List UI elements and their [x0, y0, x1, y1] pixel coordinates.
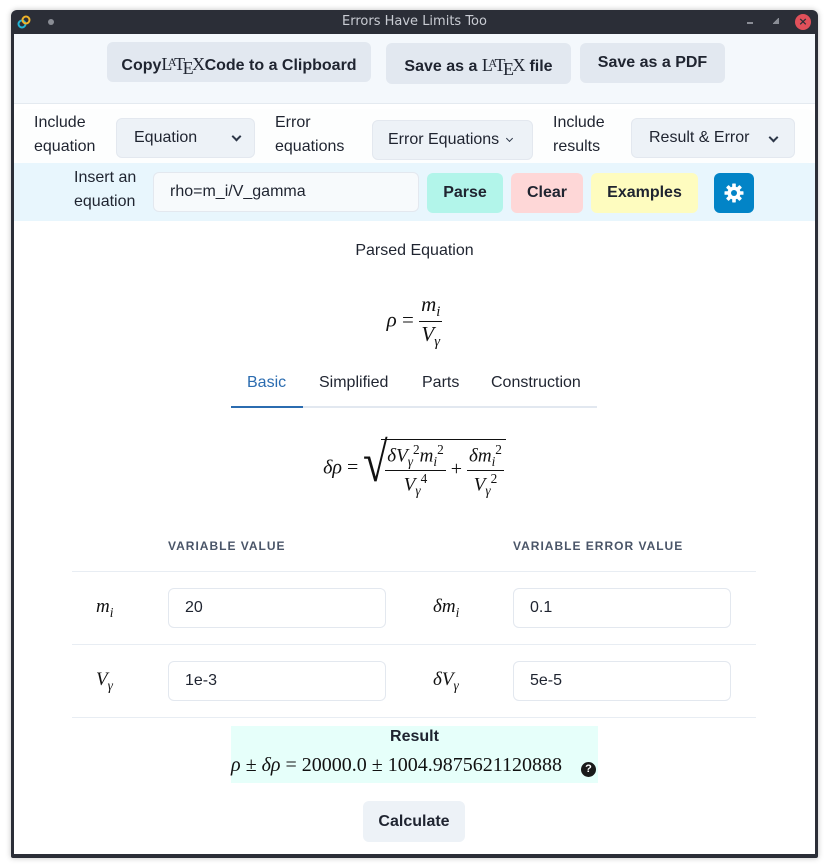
- include-results-select[interactable]: Result & Error: [631, 118, 795, 158]
- calculate-button[interactable]: Calculate: [363, 801, 465, 842]
- app-logo-icon: [17, 15, 31, 29]
- result-equation: ρ ± δρ = 20000.0 ± 1004.9875621120888: [231, 754, 563, 776]
- variable-error-input[interactable]: [513, 588, 731, 628]
- window-title: Errors Have Limits Too: [342, 14, 487, 29]
- include-equation-select[interactable]: Equation: [116, 118, 255, 158]
- error-equations-select[interactable]: Error Equations: [372, 120, 533, 160]
- error-equations-label: Error equations: [275, 114, 345, 155]
- latex-logo: LATEX: [161, 54, 205, 78]
- export-toolbar: CopyLATEXCode to a Clipboard Save as a L…: [14, 34, 815, 104]
- main-content: CopyLATEXCode to a Clipboard Save as a L…: [14, 34, 815, 854]
- variable-name: mi: [96, 596, 114, 620]
- variable-value-input[interactable]: [168, 588, 386, 628]
- copy-label-suffix: Code to a Clipboard: [204, 57, 357, 74]
- equation-tabs: Basic Simplified Parts Construction: [231, 368, 597, 408]
- save-pdf-button[interactable]: Save as a PDF: [580, 43, 725, 83]
- variable-error-name: δVγ: [433, 669, 459, 693]
- result-value: 20000.0: [301, 754, 367, 776]
- variable-error-input[interactable]: [513, 661, 731, 701]
- variable-value-header: VARIABLE VALUE: [168, 539, 286, 553]
- save-tex-label-suffix: file: [525, 58, 553, 75]
- variable-error-header: VARIABLE ERROR VALUE: [513, 539, 684, 553]
- row-divider: [72, 644, 756, 645]
- include-equation-label: Include equation: [34, 114, 96, 155]
- question-circle-icon[interactable]: ?: [581, 762, 596, 777]
- tab-basic[interactable]: Basic: [247, 374, 286, 392]
- copy-label-prefix: Copy: [121, 57, 162, 74]
- settings-button[interactable]: [714, 173, 754, 213]
- error-equations-value: Error Equations: [388, 131, 500, 148]
- row-divider: [72, 717, 756, 718]
- latex-logo: LATEX: [481, 55, 526, 79]
- chevron-down-icon: [505, 134, 514, 143]
- result-title: Result: [390, 728, 439, 745]
- variable-value-input[interactable]: [168, 661, 386, 701]
- options-bar: Include equation Equation Error equations …: [14, 109, 815, 163]
- save-tex-label-prefix: Save as a: [404, 58, 482, 75]
- result-panel: Result ρ ± δρ = 20000.0 ± 1004.987562112…: [231, 726, 598, 783]
- parsed-equation: ρ = mi Vγ: [386, 292, 443, 351]
- save-latex-button[interactable]: Save as a LATEX file: [386, 43, 571, 84]
- maximize-button[interactable]: [768, 10, 788, 34]
- gear-icon: [724, 183, 744, 203]
- equation-input-bar: Insert anequation Parse Clear Examples: [14, 163, 815, 221]
- examples-button[interactable]: Examples: [591, 173, 698, 213]
- equation-input[interactable]: [153, 172, 419, 212]
- insert-equation-label: Insert an equation: [74, 169, 137, 210]
- app-window: Errors Have Limits Too × CopyLATEXCode t…: [11, 10, 818, 858]
- chevron-down-icon: [231, 131, 242, 142]
- tab-construction[interactable]: Construction: [491, 374, 581, 392]
- copy-latex-button[interactable]: CopyLATEXCode to a Clipboard: [107, 42, 371, 82]
- close-button[interactable]: ×: [795, 14, 811, 30]
- include-results-value: Result & Error: [649, 129, 750, 146]
- minimize-button[interactable]: [742, 10, 762, 34]
- chevron-down-icon: [768, 132, 779, 143]
- result-lhs: ρ ± δρ: [231, 754, 281, 776]
- variable-error-name: δmi: [433, 596, 460, 620]
- tab-parts[interactable]: Parts: [422, 374, 459, 392]
- tab-simplified[interactable]: Simplified: [319, 374, 388, 392]
- active-tab-indicator: [231, 406, 303, 408]
- parsed-equation-title: Parsed Equation: [355, 242, 474, 259]
- include-equation-value: Equation: [134, 129, 198, 146]
- result-error: 1004.9875621120888: [387, 754, 563, 776]
- parse-button[interactable]: Parse: [427, 173, 503, 213]
- error-equation: δρ = √ δVγ2mi2 Vγ4 + δmi2 Vγ2: [14, 435, 815, 499]
- row-divider: [72, 571, 756, 572]
- include-results-label: Include results: [553, 114, 605, 155]
- clear-button[interactable]: Clear: [511, 173, 583, 213]
- variable-name: Vγ: [96, 669, 113, 693]
- title-bar: Errors Have Limits Too ×: [11, 10, 818, 34]
- pin-icon[interactable]: [48, 19, 54, 25]
